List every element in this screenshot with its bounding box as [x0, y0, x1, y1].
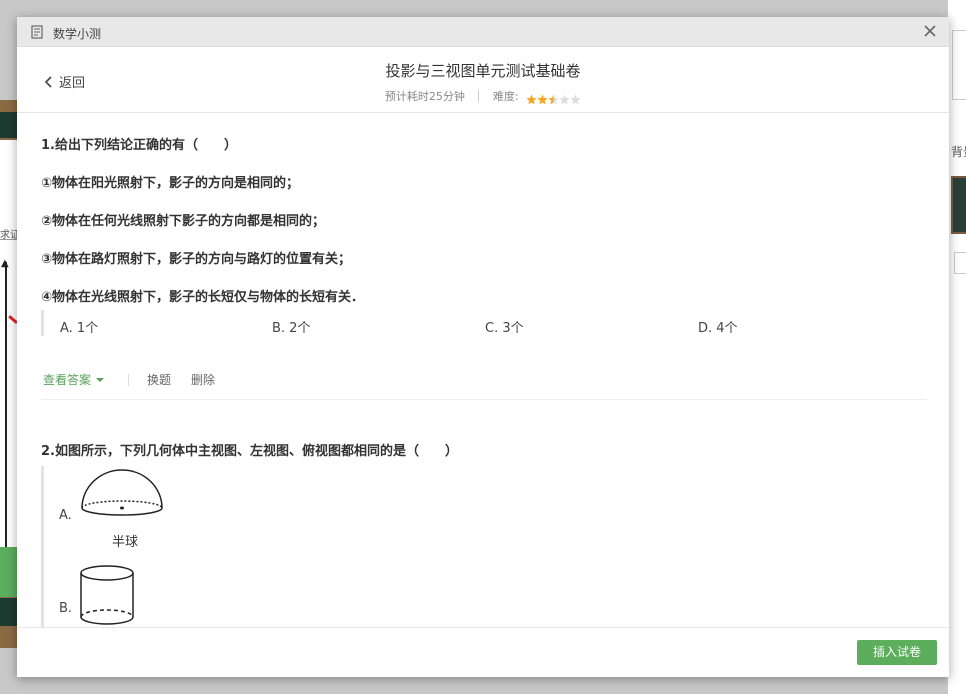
- paper-header: 返回 投影与三视图单元测试基础卷 预计耗时25分钟 难度:: [17, 47, 949, 113]
- question-divider: [41, 399, 927, 400]
- estimated-time: 预计耗时25分钟: [384, 90, 465, 103]
- paper-meta: 预计耗时25分钟 难度:: [17, 88, 949, 105]
- bg-right-thumbnail: [951, 176, 966, 234]
- option-d[interactable]: D. 4个: [698, 317, 738, 336]
- dialog-titlebar: 数学小测: [17, 17, 949, 47]
- question-1-options: A. 1个 B. 2个 C. 3个 D. 4个: [41, 310, 901, 336]
- quiz-dialog: 数学小测 返回 投影与三视图单元测试基础卷 预计耗时25分钟 难度: 1.给出下…: [17, 17, 949, 677]
- bg-green-panel: [0, 547, 18, 597]
- star-icon: [526, 94, 537, 104]
- dialog-footer: 插入试卷: [17, 627, 949, 677]
- option-c[interactable]: C. 3个: [485, 317, 524, 336]
- question-1-statement-3: ③物体在路灯照射下，影子的方向与路灯的位置有关；: [41, 252, 352, 267]
- quiz-app-icon: [31, 25, 43, 39]
- close-icon[interactable]: [921, 22, 939, 40]
- option-b-letter[interactable]: B.: [59, 601, 72, 616]
- star-icon: [559, 94, 570, 104]
- difficulty-rating: [526, 92, 581, 105]
- option-a-letter[interactable]: A.: [59, 508, 72, 523]
- question-1-statement-4: ④物体在光线照射下，影子的长短仅与物体的长短有关．: [41, 290, 365, 305]
- view-answer-label: 查看答案: [43, 373, 92, 387]
- question-list: 1.给出下列结论正确的有（ ） ①物体在阳光照射下，影子的方向是相同的； ②物体…: [17, 114, 949, 627]
- bg-label: 求证: [0, 226, 18, 240]
- option-a-caption: 半球: [112, 535, 139, 550]
- insert-paper-button[interactable]: 插入试卷: [857, 640, 937, 665]
- bg-right-card: [952, 30, 966, 100]
- difficulty-label: 难度:: [492, 90, 519, 103]
- bg-axis-arrow-icon: ▲: [1, 258, 9, 269]
- star-icon: [570, 94, 581, 104]
- bg-right-label: 背景: [951, 145, 966, 159]
- bg-blackboard: [0, 112, 18, 138]
- caret-down-icon: [96, 377, 105, 382]
- view-answer-button[interactable]: 查看答案: [43, 371, 105, 388]
- bg-axis-line: [5, 262, 7, 548]
- cylinder-figure: [80, 565, 134, 625]
- delete-question-button[interactable]: 删除: [191, 371, 215, 388]
- star-icon: [548, 94, 559, 104]
- bg-right-panel: [948, 0, 966, 694]
- question-1-stem: 1.给出下列结论正确的有（ ）: [41, 138, 237, 153]
- meta-divider: [478, 90, 480, 102]
- actions-divider: [128, 373, 130, 386]
- option-b[interactable]: B. 2个: [272, 317, 310, 336]
- option-a[interactable]: A. 1个: [60, 317, 98, 336]
- question-2-options: A. 半球 B.: [41, 466, 901, 627]
- star-icon: [537, 94, 548, 104]
- hemisphere-figure: [81, 469, 163, 516]
- swap-question-button[interactable]: 换题: [147, 371, 171, 388]
- question-1-statement-1: ①物体在阳光照射下，影子的方向是相同的；: [41, 176, 300, 191]
- question-2-stem: 2.如图所示，下列几何体中主视图、左视图、俯视图都相同的是（ ）: [41, 444, 458, 459]
- question-1-statement-2: ②物体在任何光线照射下影子的方向都是相同的；: [41, 214, 326, 229]
- paper-title: 投影与三视图单元测试基础卷: [385, 62, 581, 80]
- bg-blackboard-bottom: [0, 598, 18, 626]
- bg-canvas: [0, 140, 18, 548]
- window-title: 数学小测: [53, 27, 102, 41]
- bg-right-input: [954, 252, 966, 274]
- question-1-actions: 查看答案 换题 删除: [43, 371, 235, 388]
